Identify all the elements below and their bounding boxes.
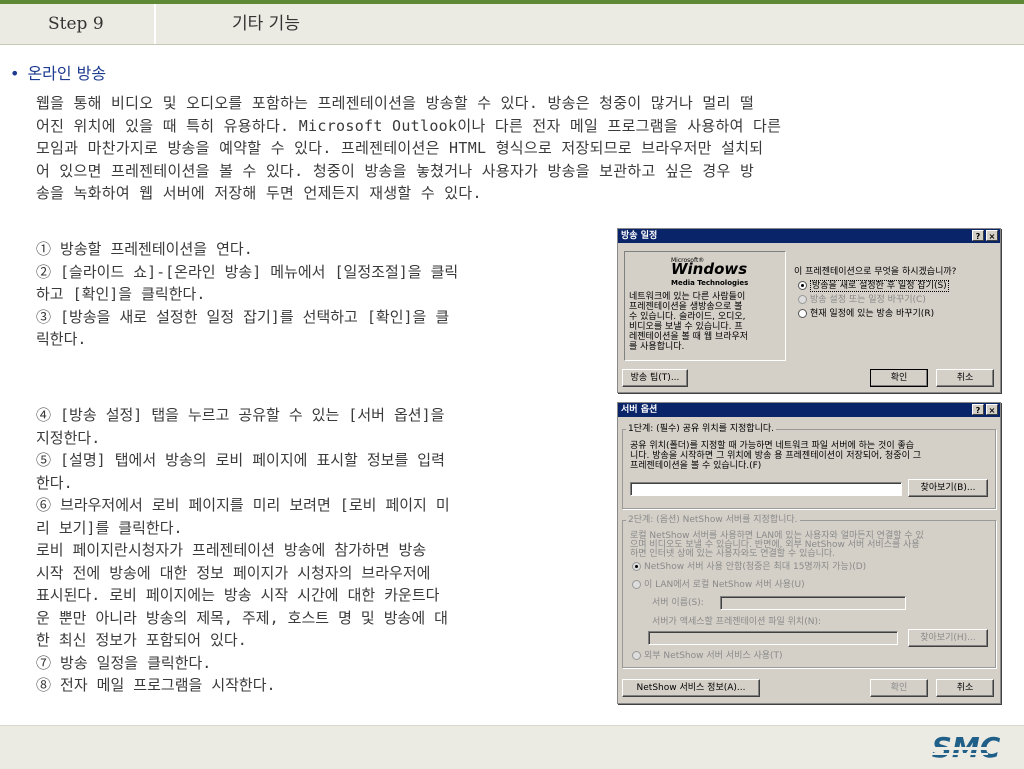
section-title: 온라인 방송 [27, 64, 107, 83]
step1-label: 1단계: (필수) 공유 위치를 지정합니다. [626, 424, 777, 434]
radio-icon [798, 295, 807, 304]
description-line: 비디오를 보낼 수 있습니다. 프 [629, 322, 743, 332]
step-line: ⑦ 방송 일정을 클릭한다. [36, 653, 212, 672]
intro-line: 모임과 마찬가지로 방송을 예약할 수 있다. 프레젠테이션은 HTML 형식으… [36, 139, 764, 157]
intro-line: 웹을 통해 비디오 및 오디오를 포함하는 프레젠테이션을 방송할 수 있다. … [36, 94, 755, 112]
shared-location-input[interactable] [630, 482, 902, 496]
dialog-titlebar: 방송 일정 ? × [618, 229, 1000, 243]
step-line: 릭한다. [36, 330, 87, 348]
footer-bar [0, 725, 1024, 769]
broadcast-schedule-dialog: 방송 일정 ? × Microsoft® Windows Media Techn… [617, 228, 1001, 393]
step-line: 시작 전에 방송에 대한 정보 페이지가 시청자의 브라우저에 [36, 563, 431, 582]
server-path-input [648, 631, 898, 645]
step-line: ③ [방송을 새로 설정한 일정 잡기]를 선택하고 [확인]을 클 [36, 307, 450, 326]
intro-line: 어진 위치에 있을 때 특히 유용하다. Microsoft Outlook이나… [36, 116, 782, 135]
browse-button[interactable]: 찾아보기(B)... [908, 479, 988, 497]
close-button[interactable]: × [986, 230, 998, 241]
server-options-dialog: 서버 옵션 ? × 1단계: (필수) 공유 위치를 지정합니다. 공유 위치(… [617, 402, 1001, 704]
smc-logo: SMC [926, 731, 1001, 764]
windows-logo: Windows [671, 260, 748, 278]
description-line: 네트워크에 있는 다른 사람들이 [629, 292, 746, 302]
description-line: 프레젠테이션을 생방송으로 볼 [629, 302, 743, 312]
logo-stripe [926, 747, 988, 750]
cancel-button[interactable]: 취소 [936, 679, 994, 697]
help-button[interactable]: ? [972, 230, 984, 241]
intro-line: 어 있으면 프레젠테이션을 볼 수 있다. 청중이 방송을 놓쳤거나 사용자가 … [36, 161, 755, 180]
step-line: 로비 페이지란시청자가 프레젠테이션 방송에 참가하면 방송 [36, 541, 427, 559]
server-name-input [720, 596, 906, 610]
description-line: 레젠테이션을 볼 때 웹 브라우저 [629, 332, 749, 342]
step-line: 운 뿐만 아니라 방송의 제목, 주제, 호스트 명 및 방송에 대 [36, 608, 448, 627]
radio-selected-icon [798, 281, 807, 290]
server-path-label: 서버가 액세스할 프레젠테이션 파일 위치(N): [652, 617, 821, 627]
step1-desc-line: 프레젠테이션을 볼 수 있습니다.(F) [630, 461, 762, 471]
slide-header: Step 9 기타 기능 [0, 4, 1024, 45]
help-button[interactable]: ? [972, 404, 984, 415]
media-technologies-label: Media Technologies [671, 279, 749, 287]
step-line: 하고 [확인]을 클릭한다. [36, 285, 206, 303]
step-line: ⑤ [설명] 탭에서 방송의 로비 페이지에 표시할 정보를 입력 [36, 451, 445, 469]
step-line: 한 최신 정보가 포함되어 있다. [36, 631, 247, 649]
step2-desc-line: 하면 인터넷 상에 있는 사용자와도 연결할 수 있습니다. [630, 549, 836, 559]
netshow-info-button[interactable]: NetShow 서비스 정보(A)... [622, 679, 760, 697]
step-line: 지정한다. [36, 428, 101, 447]
step-line: ① 방송할 프레젠테이션을 연다. [36, 240, 253, 258]
close-button[interactable]: × [986, 404, 998, 415]
ok-button: 확인 [870, 679, 928, 697]
radio-external-netshow: 외부 NetShow 서버 서비스 사용(T) [632, 651, 783, 661]
radio-icon [798, 309, 807, 318]
ok-button[interactable]: 확인 [870, 369, 928, 387]
dialog-title: 서버 옵션 [621, 405, 658, 415]
step-line: ⑥ 브라우저에서 로비 페이지를 미리 보려면 [로비 페이지 미 [36, 496, 450, 514]
step2-label: 2단계: (옵션) NetShow 서버를 지정합니다. [626, 515, 800, 525]
step-line: 표시된다. 로비 페이지에는 방송 시작 시간에 대한 카운트다 [36, 586, 440, 604]
cancel-button[interactable]: 취소 [936, 369, 994, 387]
browse-server-button: 찾아보기(H)... [908, 629, 988, 647]
radio-new-schedule[interactable]: 방송을 새로 설정한 후 일정 잡기(S) [798, 280, 949, 292]
step-line: ② [슬라이드 쇼]-[온라인 방송] 메뉴에서 [일정조절]을 클릭 [36, 262, 459, 281]
step1-desc-line: 니다. 방송을 시작하면 그 위치에 방송 용 프레젠테이션이 저장되어, 청중… [630, 451, 922, 461]
step-line: 리 보기]를 클릭한다. [36, 518, 183, 537]
radio-no-netshow: NetShow 서버 사용 안함(청중은 최대 15명까지 가능)(D) [632, 562, 866, 572]
steps-block-1: ① 방송할 프레젠테이션을 연다. ② [슬라이드 쇼]-[온라인 방송] 메뉴… [36, 238, 608, 351]
windows-media-panel: Microsoft® Windows Media Technologies 네트… [624, 251, 786, 361]
slide-title: 기타 기능 [232, 14, 300, 34]
step1-desc-line: 공유 위치(폴더)를 지정할 때 가능하면 네트워크 파일 서버에 하는 것이 … [630, 441, 915, 451]
intro-line: 송을 녹화하여 웹 서버에 저장해 두면 언제든지 재생할 수 있다. [36, 184, 482, 202]
intro-paragraph: 웹을 통해 비디오 및 오디오를 포함하는 프레젠테이션을 방송할 수 있다. … [36, 92, 1012, 205]
radio-icon [632, 651, 641, 660]
dialog-titlebar: 서버 옵션 ? × [618, 403, 1000, 417]
description-line: 를 사용합니다. [629, 342, 685, 352]
logo-stripe [926, 753, 988, 755]
description-line: 수 있습니다. 슬라이드, 오디오, [629, 312, 746, 322]
radio-selected-icon [632, 562, 641, 571]
step-line: ④ [방송 설정] 탭을 누르고 공유할 수 있는 [서버 옵션]을 [36, 406, 445, 424]
broadcast-tips-button[interactable]: 방송 팁(T)... [622, 369, 688, 387]
radio-icon [632, 580, 641, 589]
question-text: 이 프레젠테이션으로 무엇을 하시겠습니까? [794, 267, 957, 277]
section-heading: • 온라인 방송 [10, 60, 106, 84]
radio-change-settings: 방송 설정 또는 일정 바꾸기(C) [798, 295, 926, 305]
radio-change-existing[interactable]: 현재 일정에 있는 방송 바꾸기(R) [798, 309, 934, 319]
radio-local-netshow: 이 LAN에서 로컬 NetShow 서버 사용(U) [632, 580, 805, 590]
steps-block-2: ④ [방송 설정] 탭을 누르고 공유할 수 있는 [서버 옵션]을 지정한다.… [36, 404, 608, 697]
step-line: 한다. [36, 473, 73, 492]
dialog-title: 방송 일정 [621, 231, 658, 241]
step-label: Step 9 [0, 4, 156, 44]
step-line: ⑧ 전자 메일 프로그램을 시작한다. [36, 676, 276, 694]
server-name-label: 서버 이름(S): [652, 598, 704, 608]
bullet-icon: • [10, 64, 20, 83]
